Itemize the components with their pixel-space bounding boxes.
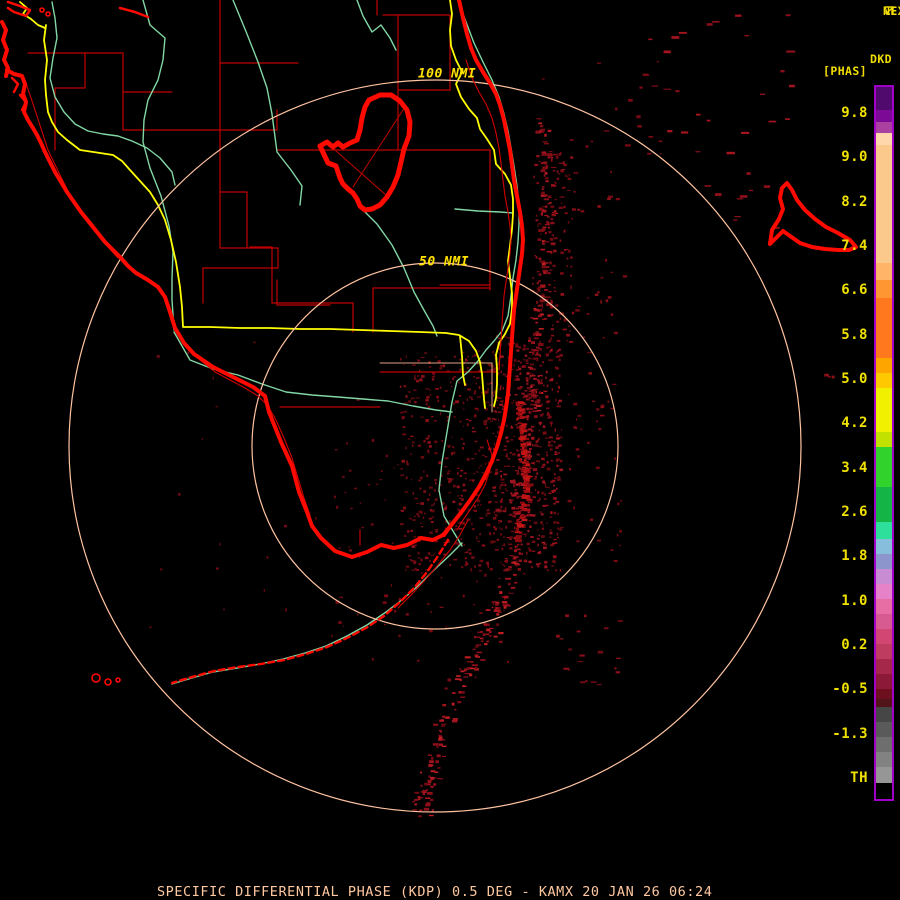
coast-detail-lines (24, 59, 512, 609)
color-scale-tick-label: 5.0 (841, 370, 868, 387)
color-scale-tick-label: 9.0 (841, 149, 868, 166)
color-scale-segment (876, 752, 892, 767)
color-scale-segment (876, 280, 892, 298)
color-scale-segment (876, 737, 892, 752)
color-scale-tick-label: 0.2 (841, 636, 868, 653)
product-caption: SPECIFIC DIFFERENTIAL PHASE (KDP) 0.5 DE… (157, 884, 713, 900)
color-scale-tick-label: 9.8 (841, 105, 868, 121)
small-island (104, 678, 112, 686)
color-scale-segment (876, 87, 892, 110)
color-scale-segment (876, 699, 892, 707)
site-title: NEXLAB-College of DuPage (883, 4, 900, 18)
range-ring-100nmi-label: 100 NMI (417, 66, 477, 82)
color-scale-tick-label: 5.8 (841, 326, 868, 343)
color-scale-segment (876, 388, 892, 432)
color-scale-segment (876, 358, 892, 373)
product-code-label: DKD (870, 52, 892, 66)
county-boundaries-alt (379, 362, 493, 413)
color-scale-segment (876, 432, 892, 447)
color-scale-tick-label: 8.2 (841, 193, 868, 210)
color-scale-segment (876, 522, 892, 539)
color-scale-segment (876, 447, 892, 487)
color-scale-segment (876, 554, 892, 569)
color-scale-segment (876, 133, 892, 145)
color-scale-segment (876, 584, 892, 599)
color-scale-segment (876, 614, 892, 629)
color-scale-tick-label: TH (850, 769, 868, 786)
color-scale-tick-label: -1.3 (832, 725, 868, 742)
range-ring-50nmi (251, 262, 619, 630)
color-scale-segment (876, 263, 892, 280)
radar-app-window: NEXLAB-College of DuPage DKD [PHAS] 9.8 9… (0, 0, 900, 900)
small-island (115, 677, 121, 683)
small-island (39, 7, 45, 13)
color-scale-segment (876, 644, 892, 659)
color-scale-tick-label: 4.2 (841, 415, 868, 432)
color-scale-segment (876, 689, 892, 699)
color-scale-segment (876, 539, 892, 554)
yellow-highways (19, 0, 514, 409)
color-scale-segment (876, 110, 892, 122)
county-boundaries (27, 0, 498, 546)
color-scale-segment (876, 659, 892, 674)
coastline (0, 0, 858, 686)
color-scale-tick-label: 3.4 (841, 459, 868, 476)
color-scale-segment (876, 145, 892, 263)
color-scale-segment (876, 298, 892, 358)
color-scale-tick-label: 6.6 (841, 282, 868, 299)
small-island (45, 11, 51, 17)
product-units-label: [PHAS] (823, 64, 867, 78)
small-island (91, 673, 101, 683)
range-ring-100nmi (68, 79, 802, 813)
radar-map (0, 0, 858, 818)
color-scale-bar (874, 85, 894, 801)
color-scale-tick-label: 7.4 (841, 237, 868, 254)
color-scale-segment (876, 783, 892, 797)
header: NEXLAB-College of DuPage (883, 4, 900, 18)
color-scale-segment (876, 373, 892, 388)
color-scale-segment (876, 599, 892, 614)
radar-speckles (149, 14, 835, 818)
color-scale-segment (876, 569, 892, 584)
color-scale-segment (876, 767, 892, 783)
color-scale-tick-label: -0.5 (832, 681, 868, 698)
color-scale-segment (876, 487, 892, 522)
color-scale-segment (876, 629, 892, 644)
color-scale-tick-label: 1.0 (841, 592, 868, 609)
color-scale-tick-label: 2.6 (841, 503, 868, 520)
color-scale-segment (876, 722, 892, 737)
color-scale-tick-label: 1.8 (841, 548, 868, 565)
range-ring-50nmi-label: 50 NMI (419, 254, 469, 270)
range-rings (68, 79, 802, 813)
color-scale-segment (876, 707, 892, 722)
color-scale-segment (876, 122, 892, 133)
color-scale-segment (876, 674, 892, 689)
